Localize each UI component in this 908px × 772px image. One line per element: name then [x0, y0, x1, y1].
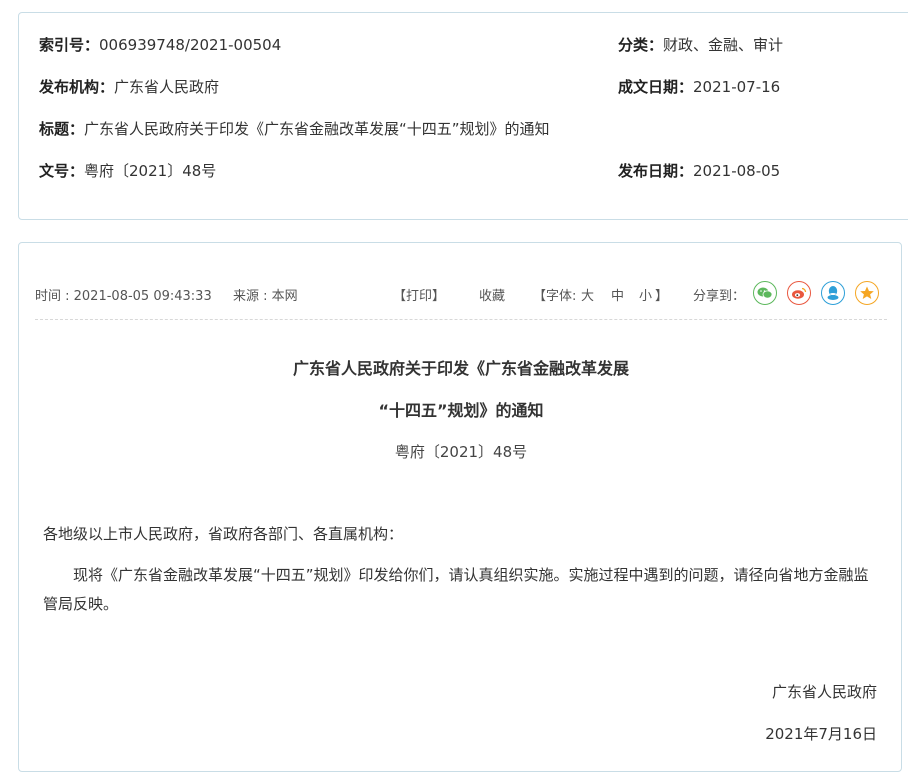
publisher-label: 发布机构：	[39, 78, 115, 96]
font-size-label: 【字体:	[533, 289, 577, 304]
publish-date-label: 发布日期：	[618, 162, 694, 180]
document-number-label: 文号：	[39, 162, 85, 180]
font-size-large-button[interactable]: 大	[581, 285, 594, 304]
index-number-value: 006939748/2021-00504	[99, 36, 282, 54]
article-document-number: 粤府〔2021〕48号	[394, 443, 528, 461]
publish-date-row: 发布日期：2021-08-05	[618, 161, 780, 181]
share-qzone-button[interactable]	[855, 281, 879, 305]
font-size-small-button[interactable]: 小	[639, 285, 652, 304]
article-salutation: 各地级以上市人民政府，省政府各部门、各直属机构：	[43, 525, 404, 543]
title-label: 标题：	[39, 120, 85, 138]
document-number-value: 粤府〔2021〕48号	[84, 162, 217, 180]
info-bar-divider	[35, 319, 887, 320]
article-date: 2021年7月16日	[765, 725, 877, 743]
publish-time: 时间 : 2021-08-05 09:43:33	[35, 289, 212, 304]
publisher-row: 发布机构：广东省人民政府	[39, 77, 219, 97]
article-title-line-2: “十四五”规划》的通知	[378, 401, 544, 420]
weibo-icon	[792, 287, 807, 299]
wechat-icon	[757, 287, 773, 299]
written-date-label: 成文日期：	[618, 78, 694, 96]
article-info-bar: 时间 : 2021-08-05 09:43:33 来源 : 本网 【打印】 收藏…	[35, 281, 887, 307]
font-size-medium-button[interactable]: 中	[611, 285, 624, 304]
source: 来源 : 本网	[233, 289, 298, 304]
share-label: 分享到：	[693, 289, 746, 304]
title-row: 标题：广东省人民政府关于印发《广东省金融改革发展“十四五”规划》的通知	[39, 119, 550, 139]
article-panel: 时间 : 2021-08-05 09:43:33 来源 : 本网 【打印】 收藏…	[18, 242, 902, 772]
category-value: 财政、金融、审计	[663, 36, 784, 54]
print-link[interactable]: 【打印】	[393, 285, 445, 304]
font-size-bracket-end: 】	[655, 289, 669, 304]
index-number-row: 索引号：006939748/2021-00504	[39, 35, 281, 55]
publish-date-value: 2021-08-05	[693, 162, 781, 180]
written-date-value: 2021-07-16	[693, 78, 781, 96]
category-label: 分类：	[618, 36, 664, 54]
qzone-star-icon	[860, 286, 874, 299]
title-value: 广东省人民政府关于印发《广东省金融改革发展“十四五”规划》的通知	[84, 120, 550, 138]
share-wechat-button[interactable]	[753, 281, 777, 305]
document-metadata-panel: 索引号：006939748/2021-00504 分类：财政、金融、审计 发布机…	[18, 12, 908, 220]
article-title-line-1: 广东省人民政府关于印发《广东省金融改革发展	[292, 359, 629, 378]
favorite-link[interactable]: 收藏	[479, 285, 505, 304]
category-row: 分类：财政、金融、审计	[618, 35, 783, 55]
publisher-value: 广东省人民政府	[114, 78, 220, 96]
document-number-row: 文号：粤府〔2021〕48号	[39, 161, 216, 181]
share-qq-button[interactable]	[821, 281, 845, 305]
article-signature: 广东省人民政府	[771, 683, 877, 701]
index-number-label: 索引号：	[39, 36, 100, 54]
article-body: 现将《广东省金融改革发展“十四五”规划》印发给你们，请认真组织实施。实施过程中遇…	[43, 566, 869, 613]
qq-icon	[827, 286, 839, 300]
written-date-row: 成文日期：2021-07-16	[618, 77, 780, 97]
share-weibo-button[interactable]	[787, 281, 811, 305]
